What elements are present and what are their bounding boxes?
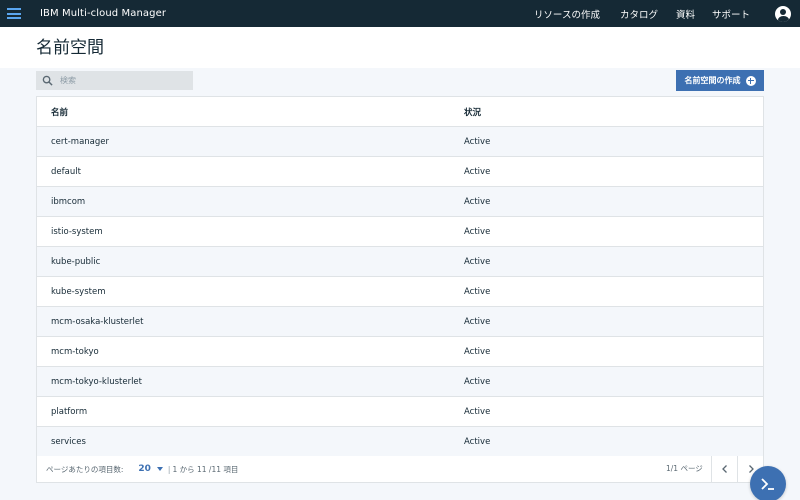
chevron-left-icon (721, 465, 727, 473)
row-name: mcm-tokyo-klusterlet (51, 376, 142, 387)
namespace-table: 名前 状況 cert-manager Active default Active… (36, 96, 764, 483)
row-name: kube-public (51, 256, 101, 267)
row-status: Active (464, 346, 491, 357)
hamburger-icon[interactable] (7, 8, 21, 19)
row-name: kube-system (51, 286, 106, 297)
table-body: cert-manager Active default Active ibmco… (37, 127, 763, 457)
row-name: ibmcom (51, 196, 86, 207)
page-info: 1/1 ページ (666, 464, 703, 473)
page-title: 名前空間 (36, 38, 104, 58)
row-status: Active (464, 166, 491, 177)
items-per-page-label: ページあたりの項目数: (46, 464, 124, 474)
row-name: default (51, 166, 81, 177)
range-separator: | (167, 464, 171, 474)
row-name: istio-system (51, 226, 103, 237)
top-navigation-bar: IBM Multi-cloud Manager リソースの作成 カタログ 資料 … (0, 0, 800, 27)
item-range: | 1 から 11 /11 項目 (168, 464, 238, 475)
row-status: Active (464, 256, 491, 267)
previous-page-button[interactable] (711, 456, 737, 482)
app-title: IBM Multi-cloud Manager (40, 8, 167, 19)
nav-docs[interactable]: 資料 (676, 7, 695, 21)
top-nav: リソースの作成 カタログ 資料 サポート (534, 0, 800, 27)
row-name: platform (51, 406, 88, 417)
search-icon (42, 75, 53, 86)
nav-catalog[interactable]: カタログ (620, 7, 658, 21)
table-header: 名前 状況 (37, 97, 763, 127)
user-avatar-icon[interactable] (775, 5, 791, 22)
table-row[interactable]: istio-system Active (37, 217, 763, 247)
row-name: mcm-tokyo (51, 346, 99, 357)
table-row[interactable]: mcm-osaka-klusterlet Active (37, 307, 763, 337)
search-input[interactable] (60, 76, 180, 85)
table-row[interactable]: kube-system Active (37, 277, 763, 307)
page-header (0, 27, 800, 68)
row-status: Active (464, 436, 491, 447)
search-box[interactable] (36, 71, 193, 90)
column-header-status[interactable]: 状況 (464, 106, 763, 118)
table-row[interactable]: default Active (37, 157, 763, 187)
row-status: Active (464, 286, 491, 297)
create-namespace-button[interactable]: 名前空間の作成 (676, 70, 764, 91)
row-status: Active (464, 136, 491, 147)
terminal-button[interactable] (750, 466, 786, 500)
pagination-bar: ページあたりの項目数: 20 | 1 から 11 /11 項目 1/1 ページ (37, 456, 763, 482)
table-row[interactable]: platform Active (37, 397, 763, 427)
table-row[interactable]: cert-manager Active (37, 127, 763, 157)
nav-support[interactable]: サポート (712, 7, 750, 21)
items-per-page-select[interactable]: 20 (138, 464, 163, 474)
item-range-text: 1 から 11 /11 項目 (172, 464, 239, 474)
row-status: Active (464, 406, 491, 417)
items-per-page-value: 20 (138, 464, 151, 474)
create-namespace-label: 名前空間の作成 (684, 76, 741, 85)
row-status: Active (464, 316, 491, 327)
row-name: services (51, 436, 86, 447)
table-row[interactable]: kube-public Active (37, 247, 763, 277)
row-status: Active (464, 226, 491, 237)
row-name: mcm-osaka-klusterlet (51, 316, 144, 327)
table-row[interactable]: services Active (37, 427, 763, 457)
nav-create-resource[interactable]: リソースの作成 (534, 7, 600, 21)
caret-down-icon (156, 467, 163, 471)
terminal-icon (761, 478, 774, 490)
add-circle-icon (745, 75, 756, 86)
row-status: Active (464, 196, 491, 207)
column-header-name[interactable]: 名前 (37, 106, 464, 118)
table-row[interactable]: ibmcom Active (37, 187, 763, 217)
table-row[interactable]: mcm-tokyo-klusterlet Active (37, 367, 763, 397)
row-status: Active (464, 376, 491, 387)
row-name: cert-manager (51, 136, 110, 147)
table-row[interactable]: mcm-tokyo Active (37, 337, 763, 367)
